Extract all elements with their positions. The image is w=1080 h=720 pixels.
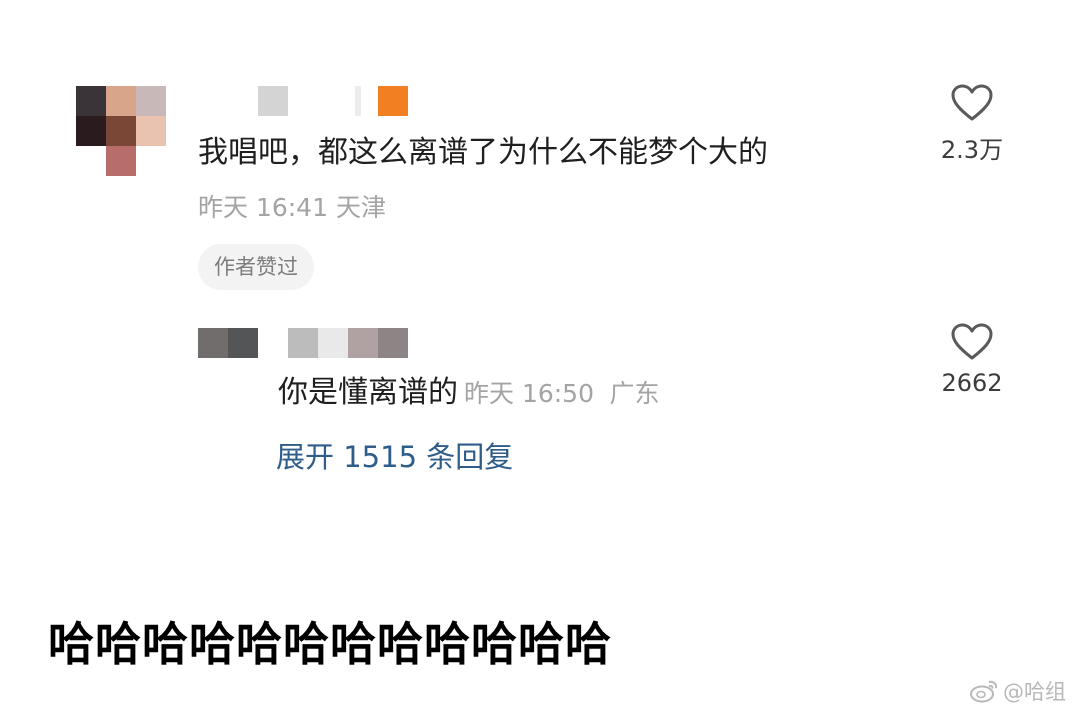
- comment-location: 天津: [335, 193, 386, 222]
- expand-replies-link[interactable]: 展开 1515 条回复: [276, 436, 513, 478]
- caption-text: 哈哈哈哈哈哈哈哈哈哈哈哈: [48, 617, 612, 671]
- reply-username-blurred[interactable]: [198, 328, 410, 358]
- comment-like[interactable]: 2.3万: [912, 84, 1032, 165]
- comment-text: 我唱吧，都这么离谱了为什么不能梦个大的: [198, 135, 768, 170]
- heart-icon[interactable]: [951, 323, 993, 361]
- avatar[interactable]: [76, 86, 166, 178]
- reply-like-count: 2662: [941, 369, 1003, 397]
- username-blurred[interactable]: [258, 86, 408, 116]
- comment-time: 昨天 16:41: [198, 193, 328, 222]
- comment-meta: 昨天 16:41 天津: [198, 190, 386, 226]
- reply-time: 昨天 16:50: [464, 379, 594, 408]
- reply-like[interactable]: 2662: [912, 323, 1032, 397]
- comment-like-count: 2.3万: [940, 136, 1004, 164]
- weibo-icon: [970, 680, 998, 703]
- reply-text: 你是懂离谱的: [278, 375, 458, 410]
- reply-location: 广东: [609, 379, 660, 408]
- heart-icon[interactable]: [951, 84, 993, 122]
- reply-row: 你是懂离谱的 昨天 16:50 广东: [278, 372, 660, 415]
- watermark-text: @哈组: [1003, 680, 1066, 704]
- watermark: @哈组: [969, 676, 1066, 706]
- author-liked-badge: 作者赞过: [198, 244, 314, 290]
